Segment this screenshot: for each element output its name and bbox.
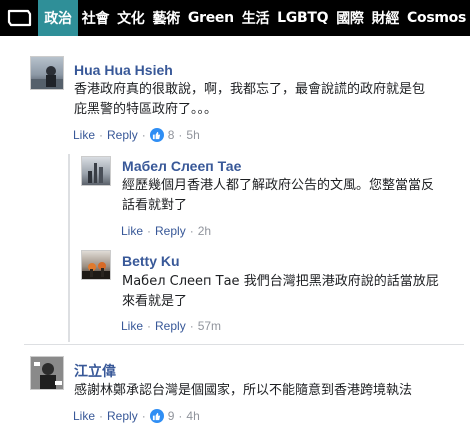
separator: ·: [99, 128, 104, 142]
site-logo-icon[interactable]: [0, 0, 38, 36]
reply-button[interactable]: Reply: [107, 128, 138, 142]
avatar[interactable]: [81, 250, 111, 280]
comment-timestamp[interactable]: 57m: [198, 319, 221, 333]
like-button[interactable]: Like: [73, 128, 95, 142]
comment-text-line: 來看就是了: [122, 294, 188, 309]
separator: ·: [147, 319, 152, 333]
like-button[interactable]: Like: [73, 409, 95, 423]
separator: ·: [178, 409, 183, 423]
comment-timestamp[interactable]: 4h: [186, 409, 199, 423]
separator: ·: [147, 224, 152, 238]
nav-item-life[interactable]: 生活: [238, 0, 273, 36]
comment-text: Мабел Слееп Тае 我們台灣把黑港政府說的話當放屁 來看就是了: [122, 272, 462, 312]
separator: ·: [189, 224, 194, 238]
nav-item-finance[interactable]: 財經: [368, 0, 403, 36]
nav-item-politics[interactable]: 政治: [38, 0, 78, 36]
comment-timestamp[interactable]: 2h: [198, 224, 211, 238]
like-button[interactable]: Like: [121, 224, 143, 238]
nav-item-society[interactable]: 社會: [78, 0, 113, 36]
nav-item-lgbtq[interactable]: LGBTQ: [273, 0, 332, 36]
thumbs-up-icon[interactable]: [149, 128, 164, 142]
comment-actions: Like · Reply · 57m: [121, 319, 221, 333]
nav-item-green[interactable]: Green: [184, 0, 238, 36]
reply-button[interactable]: Reply: [155, 319, 186, 333]
separator: ·: [178, 128, 183, 142]
comment-author[interactable]: 江立偉: [74, 361, 116, 381]
comment-text-line: Мабел Слееп Тае 我們台灣把黑港政府說的話當放屁: [122, 274, 439, 289]
nav-item-international[interactable]: 國際: [332, 0, 367, 36]
nav-item-art[interactable]: 藝術: [149, 0, 184, 36]
comment-text: 香港政府真的很敢說，啊，我都忘了，最會說謊的政府就是包 庇黑警的特區政府了。。。: [74, 80, 464, 120]
comment-author[interactable]: Мабел Слееп Тае: [122, 158, 241, 174]
avatar[interactable]: [30, 56, 64, 90]
comment-actions: Like · Reply · 2h: [121, 224, 211, 238]
comment-text: 感謝林鄭承認台灣是個國家，所以不能隨意到香港跨境執法: [74, 381, 464, 401]
comment-text: 經歷幾個月香港人都了解政府公告的文風。您整當當反 話看就對了: [122, 176, 462, 216]
separator: ·: [141, 128, 146, 142]
reply-button[interactable]: Reply: [155, 224, 186, 238]
comment-timestamp[interactable]: 5h: [186, 128, 199, 142]
top-nav-bar: 政治 社會 文化 藝術 Green 生活 LGBTQ 國際 財經 Cosmos: [0, 0, 470, 36]
comment-actions: Like · Reply · 8 · 5h: [73, 128, 200, 142]
comment-text-line: 話看就對了: [122, 198, 188, 213]
comment-author[interactable]: Hua Hua Hsieh: [74, 62, 173, 78]
thumbs-up-icon[interactable]: [149, 409, 164, 423]
comment-text-line: 香港政府真的很敢說，啊，我都忘了，最會說謊的政府就是包: [74, 82, 426, 97]
reply-button[interactable]: Reply: [107, 409, 138, 423]
separator: ·: [189, 319, 194, 333]
comment-text-line: 庇黑警的特區政府了。。。: [74, 102, 218, 117]
reply-thread-line: [68, 154, 70, 342]
avatar[interactable]: [81, 156, 111, 186]
comment-actions: Like · Reply · 9 · 4h: [73, 409, 200, 423]
reaction-count[interactable]: 8: [168, 128, 175, 142]
nav-item-cosmos[interactable]: Cosmos: [403, 0, 470, 36]
comment-divider: [24, 344, 464, 345]
nav-item-culture[interactable]: 文化: [113, 0, 148, 36]
reaction-count[interactable]: 9: [168, 409, 175, 423]
like-button[interactable]: Like: [121, 319, 143, 333]
comment-author[interactable]: Betty Ku: [122, 253, 180, 269]
comment-text-line: 感謝林鄭承認台灣是個國家，所以不能隨意到香港跨境執法: [74, 383, 413, 398]
avatar[interactable]: [30, 356, 64, 390]
separator: ·: [141, 409, 146, 423]
separator: ·: [99, 409, 104, 423]
comment-text-line: 經歷幾個月香港人都了解政府公告的文風。您整當當反: [122, 178, 435, 193]
